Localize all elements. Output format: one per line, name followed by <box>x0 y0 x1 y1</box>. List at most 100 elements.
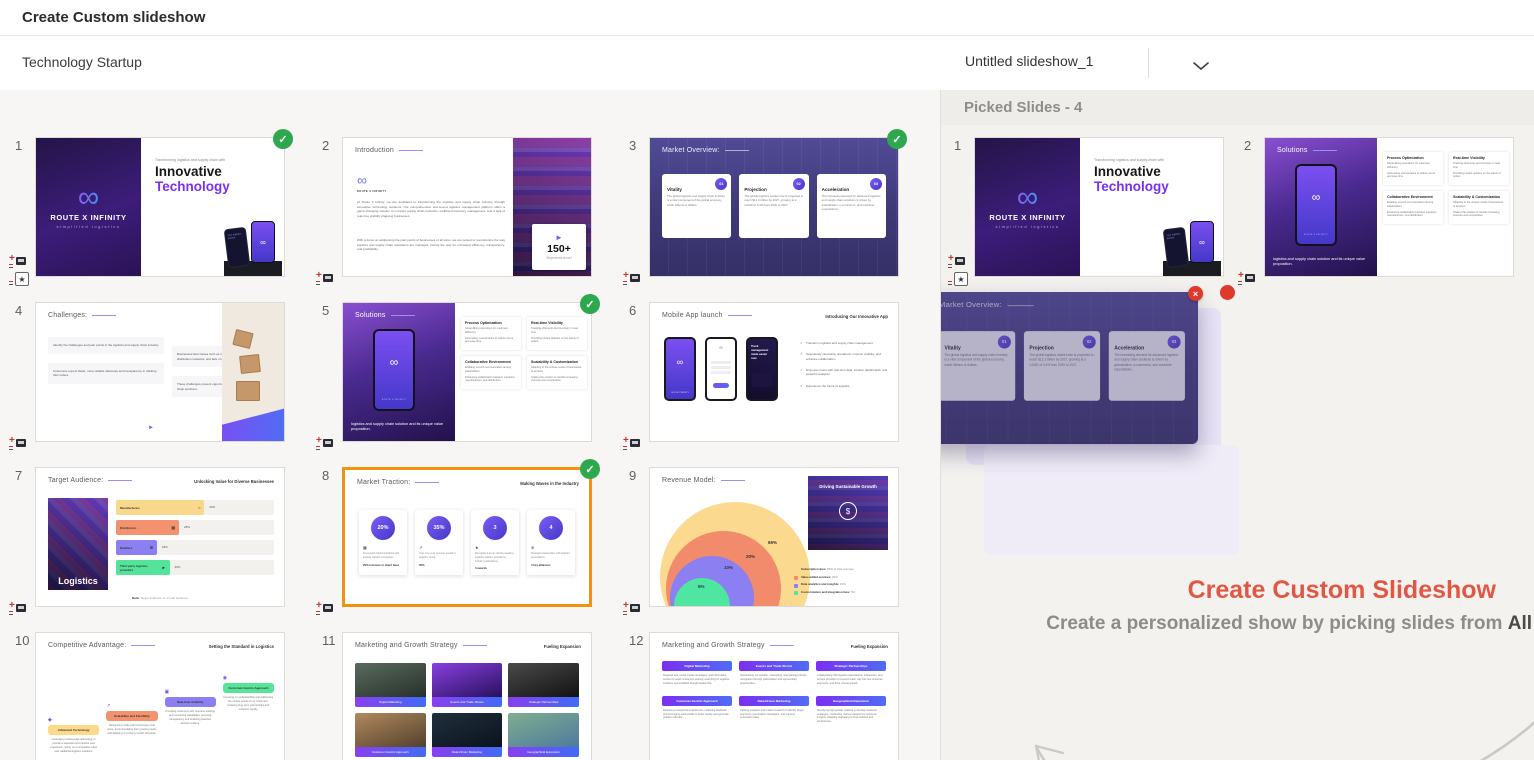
picked-slide-cell-2: 2 + Solutions ∞ ROUTE X INFINITY l <box>1238 137 1514 277</box>
visibility-icon: ▣ <box>165 689 216 695</box>
promo-title: Create Custom Slideshow <box>941 576 1496 605</box>
all-slides-grid: 1 + ★ ∞ ROUTE X INFINITY simplified logi… <box>0 90 940 760</box>
slide6-subtitle: Introducing Our Innovative App <box>825 314 888 319</box>
slide-number: 9 <box>623 468 636 483</box>
slide-thumbnail-7[interactable]: Target Audience: Unlocking Value for Div… <box>35 467 285 607</box>
slide-thumbnail-1[interactable]: ∞ ROUTE X INFINITY simplified logistics … <box>35 137 285 277</box>
overview-card: 02 Projection The global logistics marke… <box>739 174 808 238</box>
slide-thumbnail-2[interactable]: Introduction ∞ ROUTE X INFINITY At Route… <box>342 137 592 277</box>
drop-placeholder <box>984 445 1239 555</box>
solution-card: Scalability & Customization Adapting to … <box>527 356 587 389</box>
slide-thumbnail-6[interactable]: Mobile App launch Introducing Our Innova… <box>649 302 899 442</box>
revenue-legend: Subscription fees: 65% of total revenue … <box>794 568 890 598</box>
picked-thumbnail-1[interactable]: ∞ ROUTE X INFINITY simplified logistics … <box>974 137 1224 277</box>
slide-cell-3: 3 + Market Overview: 01 Vitality The glo… <box>623 137 899 277</box>
slide-cell-12: 12 + Marketing and Growth Strategy Fueli… <box>623 632 899 760</box>
infinity-logo-icon: ∞ <box>1017 185 1038 211</box>
picked-check-icon: ✓ <box>887 129 907 149</box>
add-slide-icon[interactable]: + <box>316 273 334 286</box>
tech-icon: ◆ <box>48 717 99 723</box>
add-slide-icon[interactable]: + <box>1238 273 1256 286</box>
phone-mockup-dark: Your logistics partner <box>224 227 251 268</box>
strategy-card: Geographical ExpansionIdentifying high-g… <box>816 696 886 728</box>
slide3-title: Market Overview: <box>662 147 720 154</box>
solution-card: Process Optimization Streamlining operat… <box>461 317 521 350</box>
close-icon[interactable]: × <box>1188 286 1203 301</box>
slide-cell-9: 9 + Revenue Model: 65% 20% 10% <box>623 467 899 607</box>
favorite-slide-icon[interactable]: ★ <box>9 273 27 286</box>
slide-cell-11: 11 + Marketing and Growth Strategy Fueli… <box>316 632 592 760</box>
add-slide-icon[interactable]: + <box>623 273 641 286</box>
favorite-slide-icon[interactable]: ★ <box>948 273 966 286</box>
divider <box>1148 48 1149 78</box>
slide-thumbnail-10[interactable]: Competitive Advantage: Setting the Stand… <box>35 632 285 760</box>
strategy-photo-tile: Events and Trade Shows <box>432 663 503 707</box>
card-number-badge: 03 <box>870 178 882 190</box>
slide-thumbnail-4[interactable]: Challenges: Identify the challenges and … <box>35 302 285 442</box>
slide5-title: Solutions <box>355 312 386 319</box>
add-slide-icon[interactable]: + <box>316 603 334 616</box>
chevron-down-icon[interactable] <box>1192 58 1210 76</box>
slide-thumbnail-12[interactable]: Marketing and Growth Strategy Fueling Ex… <box>649 632 899 760</box>
slide7-title: Target Audience: <box>48 477 103 484</box>
slide-thumbnail-11[interactable]: Marketing and Growth Strategy Fueling Ex… <box>342 632 592 760</box>
picked-thumbnail-2[interactable]: Solutions ∞ ROUTE X INFINITY logistics a… <box>1264 137 1514 277</box>
slide5-caption: logistics and supply chain solution and … <box>351 422 449 433</box>
advantage-pill: Customer-Centric Approach <box>223 683 274 693</box>
infinity-logo-icon: ∞ <box>666 357 694 367</box>
stat-card: ► 150+ Shipments done! <box>532 224 586 270</box>
add-slide-icon[interactable]: + <box>9 438 27 451</box>
slide-number: 12 <box>623 633 643 648</box>
slide-number: 3 <box>623 138 636 153</box>
remove-slide-icon[interactable] <box>1220 285 1235 300</box>
slide-number: 6 <box>623 303 636 318</box>
slide-cell-7: 7 + Target Audience: Unlocking Value for… <box>9 467 285 607</box>
picked-check-icon: ✓ <box>273 129 293 149</box>
slide-cell-10: 10 + Competitive Advantage: Setting the … <box>9 632 285 760</box>
strategy-photo-tile: Digital Marketing <box>355 663 426 707</box>
traction-card: 4 ⊕ Strategic partnerships with logistic… <box>527 510 575 575</box>
add-slide-icon[interactable]: + <box>948 256 966 269</box>
infinity-logo-icon: ∞ <box>357 174 367 186</box>
traction-card: 3 ★ Recognized as an industry-leading lo… <box>471 510 519 575</box>
add-slide-icon[interactable]: + <box>316 438 334 451</box>
logistics-photo: Logistics <box>48 498 108 590</box>
add-slide-icon[interactable]: + <box>9 603 27 616</box>
challenge-block: Customers expect faster, more reliable d… <box>48 363 164 384</box>
dragged-thumbnail-market-overview[interactable]: Market Overview: 01VitalityThe global lo… <box>940 292 1198 444</box>
check-icon: ✓ <box>800 384 803 388</box>
overview-card: 03 Acceleration The increasing demand fo… <box>817 174 886 238</box>
signin-button <box>713 383 729 388</box>
slide-thumbnail-3[interactable]: Market Overview: 01 Vitality The global … <box>649 137 899 277</box>
slide10-subtitle: Setting the Standard in Logistics <box>209 644 274 649</box>
award-icon: ★ <box>475 545 515 550</box>
solution-card: Real-time Visibility Tracking shipments … <box>527 317 587 350</box>
slide-thumbnail-9[interactable]: Revenue Model: 65% 20% 10% 5% Driving Su… <box>649 467 899 607</box>
slide-thumbnail-8-selected[interactable]: Market Traction: Making Waves in the Ind… <box>342 467 592 607</box>
truck-icon: ► <box>162 565 166 570</box>
building-icon: ▦ <box>363 545 403 550</box>
traction-card: 35% ↗ Year over year revenue growth in l… <box>415 510 463 575</box>
picked-slides-count-label: Picked Slides - 4 <box>964 99 1082 116</box>
strategy-photo-tile: Data-Driven Marketing <box>432 713 503 757</box>
phone-mockup-purple: ∞ <box>251 221 275 263</box>
slide-thumbnail-5[interactable]: Solutions ∞ ROUTE X INFINITY logistics a… <box>342 302 592 442</box>
phone-mockup: ∞ ROUTE X INFINITY <box>1295 164 1337 246</box>
strategy-card: Digital MarketingTargeted ads, social me… <box>662 661 732 689</box>
slideshow-name-dropdown[interactable]: Untitled slideshow_1 <box>965 53 1093 69</box>
strategy-card: Data-Driven MarketingUtilizing analytics… <box>739 696 809 728</box>
slide12-title: Marketing and Growth Strategy <box>662 642 765 649</box>
add-slide-icon[interactable]: + <box>623 603 641 616</box>
factory-icon: ⌂ <box>198 505 200 510</box>
infinity-logo-icon: ∞ <box>260 238 266 247</box>
toolbar: Technology Startup Untitled slideshow_1 <box>0 36 1534 91</box>
stat-label: Shipments done! <box>546 256 571 260</box>
strategy-card: Events and Trade ShowsShowcasing our sol… <box>739 661 809 689</box>
slide-cell-5: 5 + Solutions ∞ ROUTE X INFINITY l <box>316 302 592 442</box>
phone-mockup-purple: ∞ <box>1190 221 1214 263</box>
add-slide-icon[interactable]: + <box>623 438 641 451</box>
dragged-slide-card[interactable]: × Market Overview: 01VitalityThe global … <box>940 292 1198 444</box>
add-slide-icon[interactable]: + <box>9 256 27 269</box>
slide1-kicker: Transforming logistics and supply chain … <box>155 158 225 162</box>
slide-cell-4: 4 + Challenges: Identify the challenges … <box>9 302 285 442</box>
